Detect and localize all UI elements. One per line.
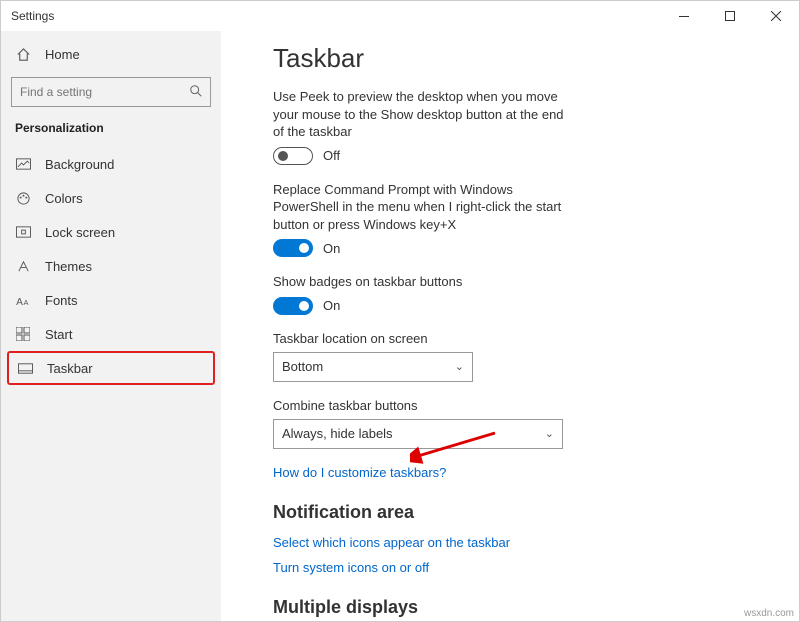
sidebar-item-label: Lock screen (45, 225, 115, 240)
sidebar-item-lockscreen[interactable]: Lock screen (1, 215, 221, 249)
main-content: Taskbar Use Peek to preview the desktop … (221, 31, 799, 621)
location-select[interactable]: Bottom ⌄ (273, 352, 473, 382)
powershell-toggle[interactable] (273, 239, 313, 257)
themes-icon (15, 259, 31, 274)
peek-description: Use Peek to preview the desktop when you… (273, 88, 573, 141)
sidebar-item-colors[interactable]: Colors (1, 181, 221, 215)
location-value: Bottom (282, 359, 323, 374)
peek-toggle[interactable] (273, 147, 313, 165)
multiple-heading: Multiple displays (273, 597, 773, 618)
sidebar-item-label: Themes (45, 259, 92, 274)
chevron-down-icon: ⌄ (545, 427, 554, 440)
notification-heading: Notification area (273, 502, 773, 523)
home-nav[interactable]: Home (1, 37, 221, 71)
fonts-icon: AA (15, 294, 31, 307)
sidebar-item-label: Start (45, 327, 72, 342)
badges-toggle[interactable] (273, 297, 313, 315)
sidebar-item-fonts[interactable]: AA Fonts (1, 283, 221, 317)
titlebar: Settings (1, 1, 799, 31)
sidebar-item-label: Background (45, 157, 114, 172)
home-label: Home (45, 47, 80, 62)
taskbar-icon (17, 363, 33, 374)
page-title: Taskbar (273, 43, 773, 74)
badges-state: On (323, 298, 340, 313)
maximize-button[interactable] (707, 1, 753, 31)
svg-text:A: A (23, 298, 28, 307)
search-input[interactable] (11, 77, 211, 107)
home-icon (15, 47, 31, 62)
chevron-down-icon: ⌄ (455, 360, 464, 373)
window-title: Settings (11, 9, 54, 23)
sidebar-item-themes[interactable]: Themes (1, 249, 221, 283)
peek-state: Off (323, 148, 340, 163)
system-icons-link[interactable]: Turn system icons on or off (273, 560, 773, 575)
svg-text:A: A (16, 297, 23, 307)
close-button[interactable] (753, 1, 799, 31)
category-title: Personalization (1, 121, 221, 147)
powershell-description: Replace Command Prompt with Windows Powe… (273, 181, 573, 234)
location-label: Taskbar location on screen (273, 331, 773, 346)
combine-value: Always, hide labels (282, 426, 393, 441)
sidebar: Home Personalization Background Colors L… (1, 31, 221, 621)
sidebar-item-background[interactable]: Background (1, 147, 221, 181)
help-link[interactable]: How do I customize taskbars? (273, 465, 773, 480)
watermark: wsxdn.com (744, 608, 794, 619)
background-icon (15, 158, 31, 170)
minimize-button[interactable] (661, 1, 707, 31)
combine-select[interactable]: Always, hide labels ⌄ (273, 419, 563, 449)
sidebar-item-label: Taskbar (47, 361, 93, 376)
search-icon (189, 84, 203, 101)
colors-icon (15, 191, 31, 206)
sidebar-item-label: Fonts (45, 293, 78, 308)
sidebar-item-start[interactable]: Start (1, 317, 221, 351)
start-icon (15, 327, 31, 341)
powershell-state: On (323, 241, 340, 256)
select-icons-link[interactable]: Select which icons appear on the taskbar (273, 535, 773, 550)
sidebar-item-taskbar[interactable]: Taskbar (7, 351, 215, 385)
sidebar-item-label: Colors (45, 191, 83, 206)
combine-label: Combine taskbar buttons (273, 398, 773, 413)
badges-description: Show badges on taskbar buttons (273, 273, 573, 291)
lockscreen-icon (15, 226, 31, 238)
